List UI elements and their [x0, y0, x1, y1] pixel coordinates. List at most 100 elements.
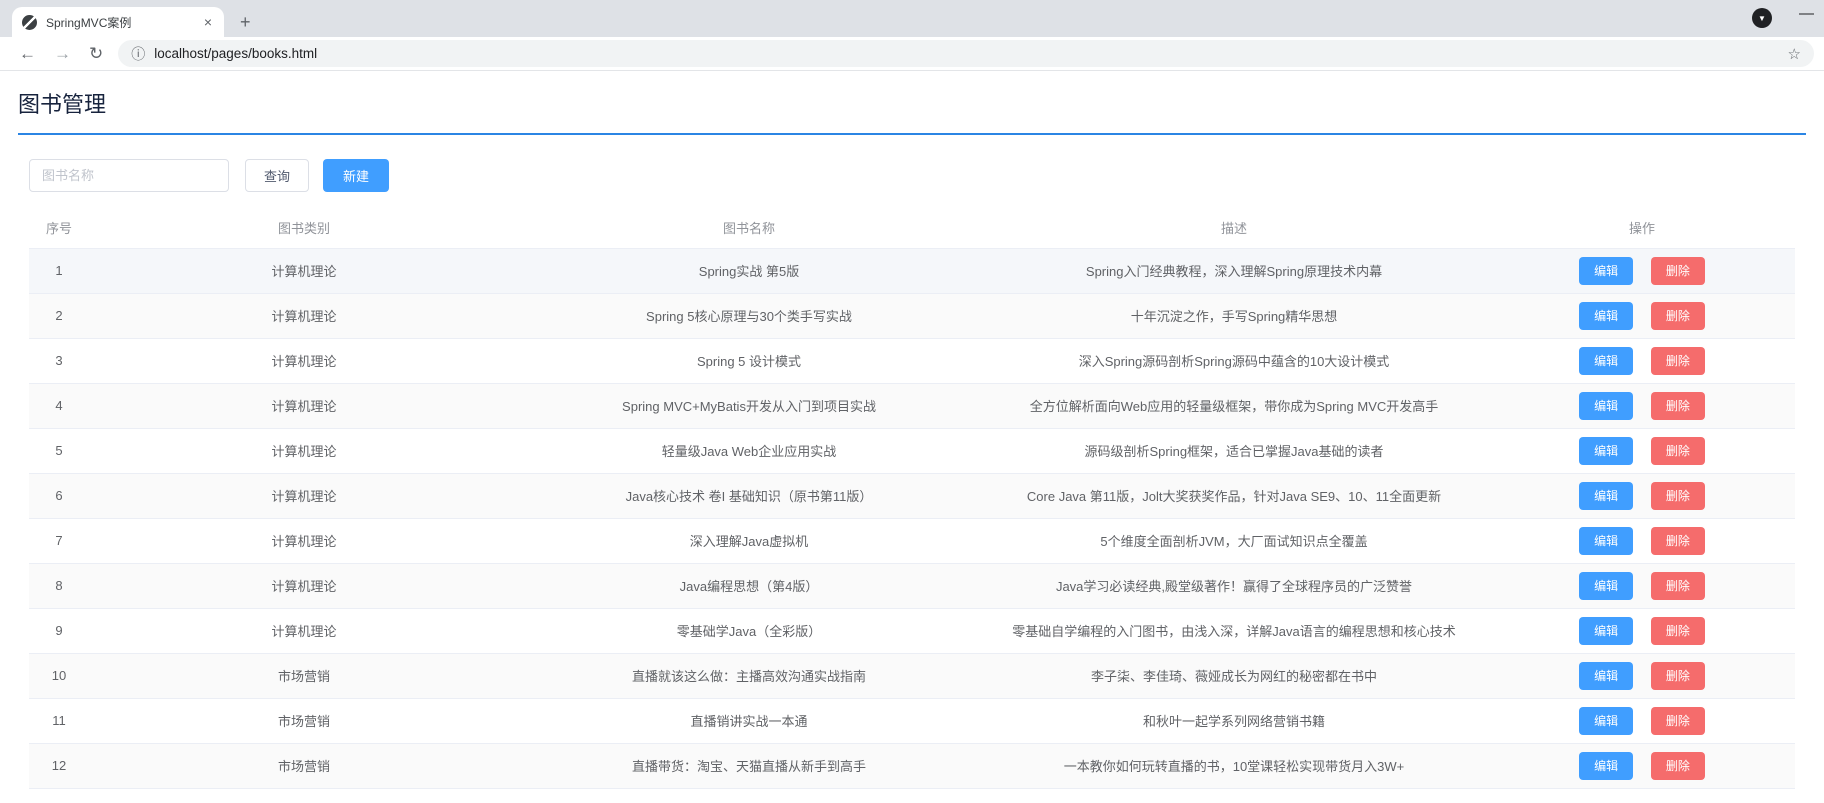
table-row: 1 计算机理论 Spring实战 第5版 Spring入门经典教程，深入理解Sp… [29, 248, 1795, 294]
edit-button[interactable]: 编辑 [1579, 391, 1634, 420]
window-minimize-button[interactable]: — [1799, 6, 1814, 21]
cell-index: 6 [29, 473, 89, 519]
cell-index: 4 [29, 383, 89, 429]
delete-button[interactable]: 删除 [1650, 616, 1705, 645]
table-row: 8 计算机理论 Java编程思想（第4版） Java学习必读经典,殿堂级著作！赢… [29, 563, 1795, 609]
edit-button[interactable]: 编辑 [1579, 301, 1634, 330]
page-info-icon[interactable]: ⓘ [131, 44, 145, 64]
books-page: 图书管理 查询 新建 序号 图书类别 图书名称 描述 操作 1 计算机理论 [0, 71, 1824, 789]
tab-close-icon[interactable]: × [202, 15, 214, 29]
header-book-name: 图书名称 [519, 208, 979, 249]
search-controls: 查询 新建 [29, 159, 1795, 192]
edit-button[interactable]: 编辑 [1579, 571, 1634, 600]
cell-description: 源码级剖析Spring框架，适合已掌握Java基础的读者 [979, 428, 1489, 474]
cell-book-name: 深入理解Java虚拟机 [519, 518, 979, 564]
books-table-wrap: 序号 图书类别 图书名称 描述 操作 1 计算机理论 Spring实战 第5版 … [29, 208, 1795, 789]
page-title: 图书管理 [18, 92, 107, 117]
delete-button[interactable]: 删除 [1650, 301, 1705, 330]
delete-button[interactable]: 删除 [1650, 436, 1705, 465]
cell-book-name: 零基础学Java（全彩版） [519, 608, 979, 654]
cell-description: 零基础自学编程的入门图书，由浅入深，详解Java语言的编程思想和核心技术 [979, 608, 1489, 654]
cell-actions: 编辑 删除 [1489, 383, 1795, 429]
cell-category: 计算机理论 [89, 428, 519, 474]
edit-button[interactable]: 编辑 [1579, 481, 1634, 510]
cell-description: 全方位解析面向Web应用的轻量级框架，带你成为Spring MVC开发高手 [979, 383, 1489, 429]
cell-index: 10 [29, 653, 89, 699]
delete-button[interactable]: 删除 [1650, 571, 1705, 600]
table-row: 2 计算机理论 Spring 5核心原理与30个类手写实战 十年沉淀之作，手写S… [29, 293, 1795, 339]
edit-button[interactable]: 编辑 [1579, 661, 1634, 690]
table-header-row: 序号 图书类别 图书名称 描述 操作 [29, 208, 1795, 249]
cell-category: 市场营销 [89, 743, 519, 789]
cell-actions: 编辑 删除 [1489, 293, 1795, 339]
table-row: 4 计算机理论 Spring MVC+MyBatis开发从入门到项目实战 全方位… [29, 383, 1795, 429]
cell-index: 3 [29, 338, 89, 384]
cell-description: Spring入门经典教程，深入理解Spring原理技术内幕 [979, 248, 1489, 294]
cell-actions: 编辑 删除 [1489, 338, 1795, 384]
table-row: 6 计算机理论 Java核心技术 卷I 基础知识（原书第11版） Core Ja… [29, 473, 1795, 519]
delete-button[interactable]: 删除 [1650, 661, 1705, 690]
delete-button[interactable]: 删除 [1650, 346, 1705, 375]
delete-button[interactable]: 删除 [1650, 706, 1705, 735]
table-row: 5 计算机理论 轻量级Java Web企业应用实战 源码级剖析Spring框架，… [29, 428, 1795, 474]
download-status-icon[interactable]: ▼ [1752, 8, 1772, 28]
browser-tab-strip: SpringMVC案例 × + ▼ — [0, 0, 1824, 37]
cell-category: 计算机理论 [89, 338, 519, 384]
back-icon[interactable]: ← [10, 44, 45, 64]
browser-toolbar: ← → ↻ ⓘ localhost/pages/books.html ☆ [0, 37, 1824, 71]
table-body: 1 计算机理论 Spring实战 第5版 Spring入门经典教程，深入理解Sp… [29, 248, 1795, 789]
edit-button[interactable]: 编辑 [1579, 346, 1634, 375]
cell-actions: 编辑 删除 [1489, 608, 1795, 654]
query-button[interactable]: 查询 [245, 159, 310, 192]
cell-index: 11 [29, 698, 89, 744]
cell-description: Core Java 第11版，Jolt大奖获奖作品，针对Java SE9、10、… [979, 473, 1489, 519]
search-input[interactable] [29, 159, 229, 192]
cell-category: 计算机理论 [89, 518, 519, 564]
reload-icon[interactable]: ↻ [80, 44, 112, 64]
delete-button[interactable]: 删除 [1650, 526, 1705, 555]
header-description: 描述 [979, 208, 1489, 249]
cell-book-name: 直播带货：淘宝、天猫直播从新手到高手 [519, 743, 979, 789]
table-row: 10 市场营销 直播就该这么做：主播高效沟通实战指南 李子柒、李佳琦、薇娅成长为… [29, 653, 1795, 699]
title-divider [18, 133, 1806, 135]
cell-book-name: Spring 5 设计模式 [519, 338, 979, 384]
header-category: 图书类别 [89, 208, 519, 249]
tab-favicon-icon [22, 14, 37, 30]
edit-button[interactable]: 编辑 [1579, 436, 1634, 465]
new-tab-button[interactable]: + [240, 13, 251, 31]
cell-actions: 编辑 删除 [1489, 698, 1795, 744]
bookmark-star-icon[interactable]: ☆ [1788, 45, 1801, 63]
edit-button[interactable]: 编辑 [1579, 526, 1634, 555]
cell-category: 市场营销 [89, 698, 519, 744]
delete-button[interactable]: 删除 [1650, 481, 1705, 510]
table-row: 7 计算机理论 深入理解Java虚拟机 5个维度全面剖析JVM，大厂面试知识点全… [29, 518, 1795, 564]
edit-button[interactable]: 编辑 [1579, 751, 1634, 780]
cell-category: 计算机理论 [89, 383, 519, 429]
browser-tab[interactable]: SpringMVC案例 × [12, 7, 224, 37]
delete-button[interactable]: 删除 [1650, 391, 1705, 420]
edit-button[interactable]: 编辑 [1579, 256, 1634, 285]
forward-icon[interactable]: → [45, 44, 80, 64]
cell-book-name: 轻量级Java Web企业应用实战 [519, 428, 979, 474]
create-button[interactable]: 新建 [323, 159, 390, 192]
edit-button[interactable]: 编辑 [1579, 706, 1634, 735]
cell-book-name: Spring实战 第5版 [519, 248, 979, 294]
cell-index: 8 [29, 563, 89, 609]
address-bar[interactable]: ⓘ localhost/pages/books.html ☆ [118, 40, 1814, 67]
cell-book-name: 直播销讲实战一本通 [519, 698, 979, 744]
cell-category: 计算机理论 [89, 473, 519, 519]
edit-button[interactable]: 编辑 [1579, 616, 1634, 645]
delete-button[interactable]: 删除 [1650, 256, 1705, 285]
cell-description: 和秋叶一起学系列网络营销书籍 [979, 698, 1489, 744]
table-row: 9 计算机理论 零基础学Java（全彩版） 零基础自学编程的入门图书，由浅入深，… [29, 608, 1795, 654]
cell-description: 5个维度全面剖析JVM，大厂面试知识点全覆盖 [979, 518, 1489, 564]
cell-description: 一本教你如何玩转直播的书，10堂课轻松实现带货月入3W+ [979, 743, 1489, 789]
cell-index: 1 [29, 248, 89, 294]
cell-category: 计算机理论 [89, 608, 519, 654]
delete-button[interactable]: 删除 [1650, 751, 1705, 780]
cell-book-name: 直播就该这么做：主播高效沟通实战指南 [519, 653, 979, 699]
cell-actions: 编辑 删除 [1489, 473, 1795, 519]
url-text[interactable]: localhost/pages/books.html [154, 46, 1787, 61]
cell-actions: 编辑 删除 [1489, 428, 1795, 474]
cell-actions: 编辑 删除 [1489, 518, 1795, 564]
